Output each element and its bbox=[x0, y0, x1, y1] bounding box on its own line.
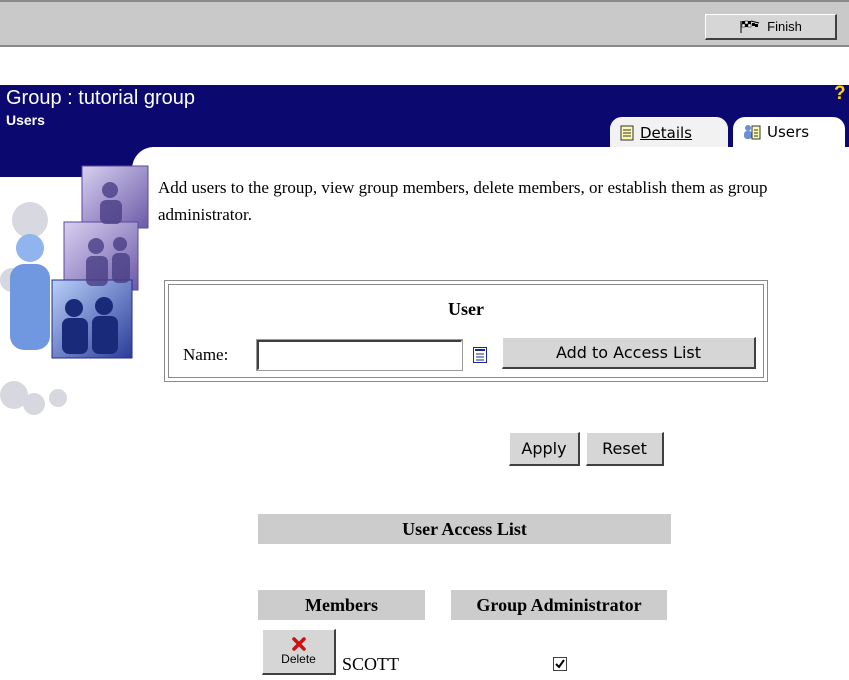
list-of-values-icon[interactable] bbox=[473, 347, 487, 363]
page-title: Group : tutorial group bbox=[6, 87, 195, 109]
help-icon[interactable]: ? bbox=[834, 83, 846, 105]
tab-users-label: Users bbox=[767, 123, 810, 141]
finish-label: Finish bbox=[767, 19, 802, 34]
finish-button[interactable]: Finish bbox=[705, 14, 837, 40]
apply-button[interactable]: Apply bbox=[509, 432, 580, 466]
delete-member-button[interactable]: Delete bbox=[262, 629, 336, 675]
tab-details-label: Details bbox=[640, 123, 693, 142]
user-add-box: User Name: Add to Access List bbox=[164, 280, 768, 382]
group-admin-checkbox[interactable] bbox=[553, 657, 567, 671]
name-input[interactable] bbox=[256, 339, 463, 371]
user-access-list-title: User Access List bbox=[258, 514, 671, 544]
users-icon bbox=[744, 125, 761, 140]
tab-details[interactable]: Details bbox=[610, 117, 728, 147]
group-users-illustration bbox=[0, 165, 149, 415]
members-column-header: Members bbox=[258, 590, 425, 620]
document-icon bbox=[620, 125, 634, 140]
member-name: SCOTT bbox=[342, 654, 400, 674]
intro-text: Add users to the group, view group membe… bbox=[158, 178, 768, 224]
checkered-flag-icon bbox=[740, 20, 760, 33]
delete-x-icon bbox=[291, 637, 306, 651]
group-admin-column-header: Group Administrator bbox=[451, 590, 667, 620]
top-toolbar: Finish bbox=[0, 0, 849, 47]
reset-button[interactable]: Reset bbox=[586, 432, 664, 466]
section-subtitle: Users bbox=[6, 112, 45, 128]
name-label: Name: bbox=[183, 345, 229, 364]
delete-label: Delete bbox=[281, 652, 316, 666]
checkmark-icon bbox=[555, 659, 565, 669]
user-add-box-inner: User Name: Add to Access List bbox=[168, 284, 764, 378]
tab-users[interactable]: Users bbox=[733, 117, 845, 147]
add-to-access-list-button[interactable]: Add to Access List bbox=[502, 337, 756, 369]
user-box-heading: User bbox=[448, 299, 484, 319]
